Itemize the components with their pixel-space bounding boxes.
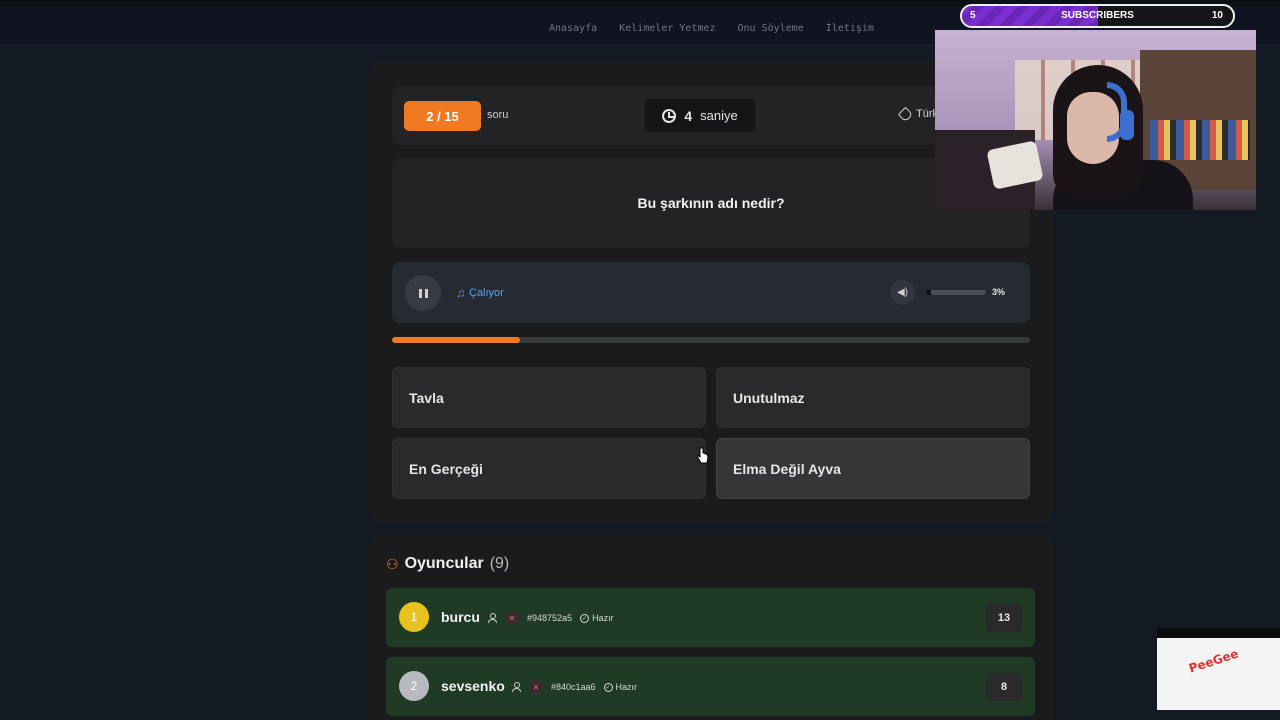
nav-links: Anasayfa Kelimeler Yetmez Onu Söyleme İl… (549, 23, 874, 34)
answer-option-2[interactable]: Unutulmaz (716, 367, 1030, 428)
person-icon (512, 682, 521, 692)
check-circle-icon: ✓ (603, 682, 613, 692)
subscriber-goal-bar: 5 SUBSCRIBERS 10 (960, 4, 1235, 28)
pause-icon (418, 288, 422, 298)
corner-widget-bar (1157, 628, 1280, 638)
players-title-label: Oyuncular (404, 555, 484, 572)
ready-status: ✓ Hazır (580, 613, 614, 623)
users-icon: ⚇ (386, 555, 399, 572)
headphone-cup (1120, 110, 1134, 140)
answer-option-4[interactable]: Elma Değil Ayva (716, 438, 1030, 499)
rank-badge: 1 (399, 602, 429, 632)
playing-status-label: Çalıyor (469, 287, 504, 299)
player-row: 1 burcu ✕ #948752a5 ✓ Hazır 13 (386, 588, 1035, 647)
timer-value: 4 (684, 107, 693, 124)
rank-badge: 2 (399, 671, 429, 701)
nav-link-kelimeler-yetmez[interactable]: Kelimeler Yetmez (619, 23, 715, 34)
player-name: sevsenko (441, 678, 505, 694)
answer-option-1[interactable]: Tavla (392, 367, 706, 428)
volume-button[interactable]: ◀) (890, 280, 915, 305)
player-row: 2 sevsenko ✕ #840c1aa6 ✓ Hazır 8 (386, 657, 1035, 716)
players-count: (9) (489, 555, 510, 572)
subscriber-goal: 10 (1211, 10, 1223, 21)
player-meta: ✕ #948752a5 ✓ Hazır (488, 611, 614, 625)
pause-icon-bar (424, 288, 428, 298)
question-counter-badge: 2 / 15 (404, 101, 481, 131)
player-score: 13 (986, 604, 1022, 632)
timer-unit: saniye (700, 108, 738, 123)
tag-icon (897, 106, 914, 122)
question-counter-unit: soru (487, 109, 509, 121)
webcam-books (1150, 120, 1250, 160)
clock-icon (662, 108, 677, 123)
song-progress-fill (392, 337, 520, 343)
nav-link-home[interactable]: Anasayfa (549, 23, 597, 34)
person-icon (488, 613, 497, 623)
ready-status-label: Hazır (615, 682, 638, 692)
category-tag: Türk (897, 106, 938, 122)
subscriber-label: SUBSCRIBERS (1061, 10, 1134, 21)
song-progress-bar (392, 337, 1030, 343)
player-meta: ✕ #840c1aa6 ✓ Hazır (512, 680, 637, 694)
ready-status-label: Hazır (592, 613, 614, 623)
nav-link-onu-soyleme[interactable]: Onu Söyleme (738, 23, 804, 34)
corner-widget (1157, 628, 1280, 710)
volume-percent: 3% (992, 287, 1006, 297)
role-icon: ✕ (505, 611, 519, 625)
playing-status: ♫ Çalıyor (456, 286, 504, 300)
player-id: #948752a5 (527, 613, 573, 623)
volume-slider[interactable] (926, 290, 986, 295)
player-name: burcu (441, 609, 480, 625)
player-id: #840c1aa6 (551, 682, 596, 692)
ready-status: ✓ Hazır (603, 682, 638, 692)
player-score: 8 (986, 673, 1022, 701)
webcam-overlay (935, 30, 1256, 210)
players-title: ⚇ Oyuncular (9) (386, 555, 509, 573)
volume-slider-fill (926, 290, 932, 295)
role-icon: ✕ (529, 680, 543, 694)
check-circle-icon: ✓ (580, 613, 590, 623)
nav-link-contact[interactable]: İletişim (826, 23, 874, 34)
timer: 4 saniye (645, 99, 755, 132)
hand-cursor-icon (697, 447, 709, 464)
speaker-icon: ◀) (896, 287, 909, 298)
answer-option-3[interactable]: En Gerçeği (392, 438, 706, 499)
pause-button[interactable] (405, 275, 441, 311)
music-note-icon: ♫ (456, 286, 465, 300)
